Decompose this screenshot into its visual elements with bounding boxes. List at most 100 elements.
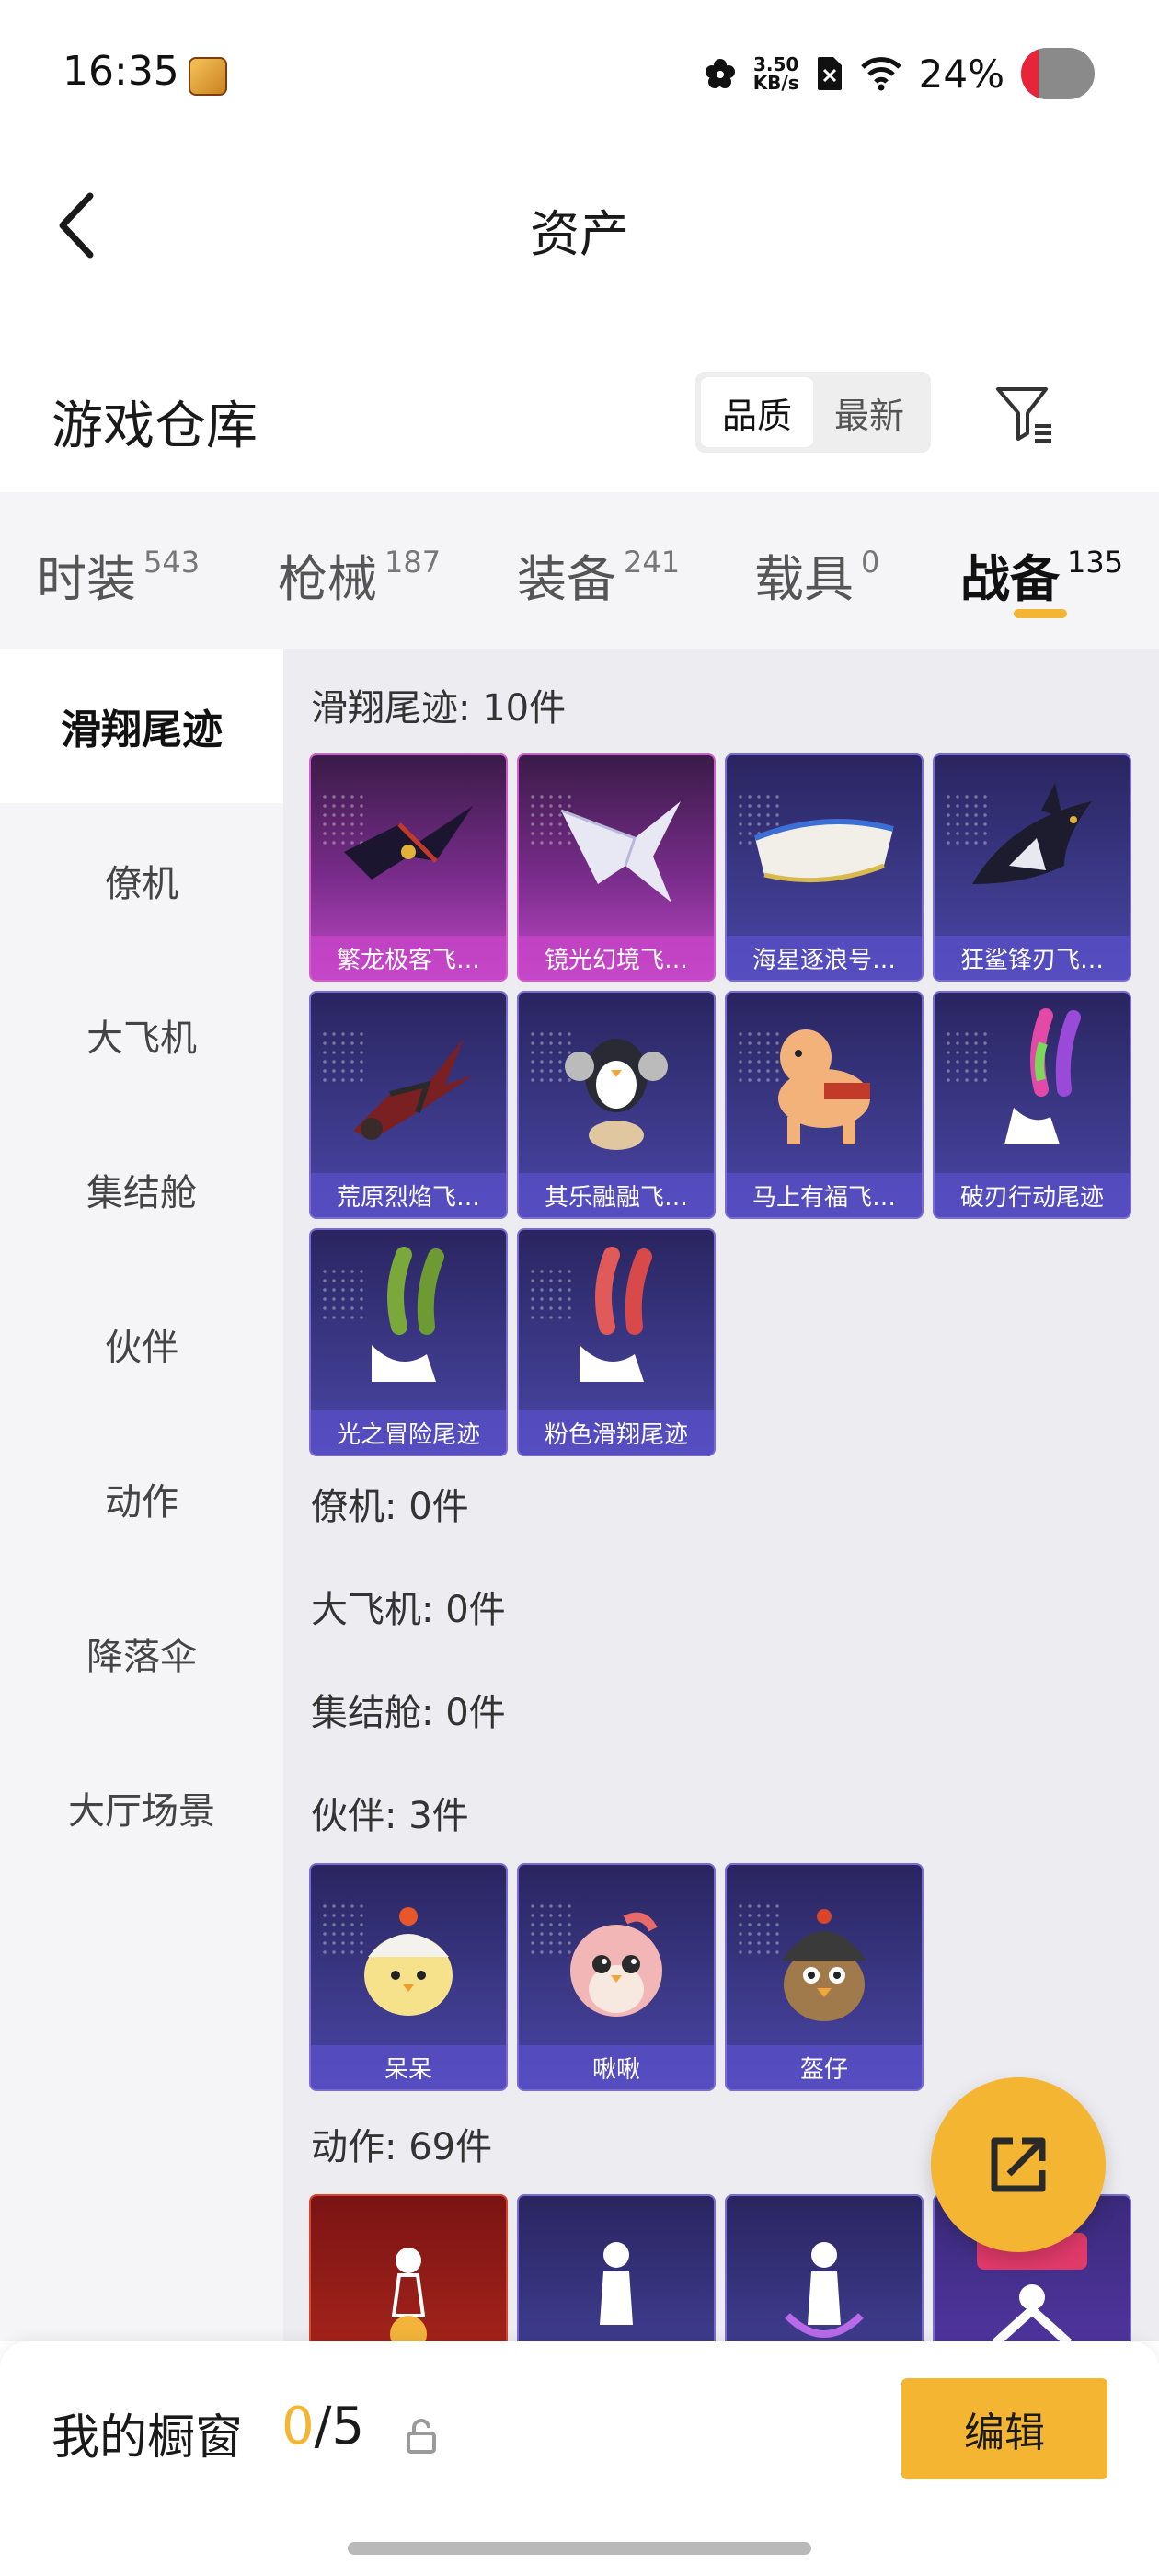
- home-indicator[interactable]: [348, 2542, 811, 2555]
- item-name: 繁龙极客飞…: [311, 936, 506, 980]
- item-card[interactable]: 海星逐浪号…: [725, 753, 924, 982]
- status-time: 16:35: [63, 48, 179, 95]
- active-tab-indicator: [1014, 609, 1067, 618]
- lock-icon: [407, 2419, 436, 2454]
- flower-icon: [705, 59, 735, 88]
- sort-latest-button[interactable]: 最新: [813, 377, 925, 447]
- item-card[interactable]: 破刃行动尾迹: [933, 991, 1131, 1219]
- network-speed: 3.50 KB/s: [753, 55, 799, 92]
- share-icon: [991, 2137, 1046, 2192]
- item-name: 马上有福飞…: [727, 1173, 922, 1217]
- item-card[interactable]: 繁龙极客飞…: [309, 753, 508, 982]
- tab-fashion[interactable]: 时装 543: [37, 538, 200, 611]
- sim-off-icon: [817, 57, 842, 90]
- showcase-count: 0/5: [281, 2397, 364, 2456]
- crystal-wing-glider-icon: [519, 755, 714, 939]
- sidebar-item-partner[interactable]: 伙伴: [0, 1267, 283, 1421]
- network-speed-value: 3.50: [752, 53, 799, 75]
- network-speed-unit: KB/s: [752, 72, 799, 94]
- tab-label: 枪械: [278, 550, 377, 608]
- item-name: 呆呆: [311, 2045, 506, 2089]
- tab-label: 战备: [960, 550, 1060, 608]
- item-card[interactable]: 镜光幻境飞…: [517, 753, 716, 982]
- pink-trail-icon: [519, 1230, 714, 1414]
- sort-quality-button[interactable]: 品质: [701, 377, 813, 447]
- item-card[interactable]: [517, 2194, 716, 2341]
- dragon-glider-icon: [311, 755, 506, 939]
- item-name: 粉色滑翔尾迹: [519, 1410, 714, 1455]
- horse-glider-icon: [727, 993, 922, 1177]
- emote-dance-icon: [311, 2196, 506, 2341]
- item-name: 狂鲨锋刃飞…: [935, 936, 1130, 980]
- tab-label: 时装: [37, 550, 136, 608]
- showcase-count-total: /5: [314, 2397, 365, 2456]
- rainbow-trail-icon: [935, 993, 1130, 1177]
- edit-button[interactable]: 编辑: [901, 2378, 1107, 2479]
- starfish-boat-icon: [727, 755, 922, 939]
- green-trail-icon: [311, 1230, 506, 1414]
- emote-pose-icon: [519, 2196, 714, 2341]
- item-card[interactable]: 粉色滑翔尾迹: [517, 1228, 716, 1456]
- item-name: 啾啾: [519, 2045, 714, 2089]
- item-card[interactable]: 马上有福飞…: [725, 991, 924, 1219]
- sidebar-item-parachute[interactable]: 降落伞: [0, 1576, 283, 1731]
- battery-icon: [1021, 48, 1095, 99]
- section-title-emote: 动作: 69件: [311, 2126, 493, 2168]
- tab-label: 装备: [517, 550, 616, 608]
- section-title-wingman: 僚机: 0件: [311, 1486, 469, 1528]
- page-title: 资产: [530, 205, 629, 263]
- item-name: 荒原烈焰飞…: [311, 1173, 506, 1217]
- item-card[interactable]: 盔仔: [725, 1863, 924, 2091]
- sidebar-item-wingman[interactable]: 僚机: [0, 803, 283, 958]
- bird-partner-icon: [519, 1865, 714, 2049]
- category-tabs: 时装 543 枪械 187 装备 241 载具 0 战备 135: [0, 492, 1159, 649]
- sidebar-item-glide-trail[interactable]: 滑翔尾迹: [0, 649, 283, 803]
- filter-icon: [996, 387, 1051, 443]
- tab-count: 241: [624, 545, 681, 580]
- item-name: 盔仔: [727, 2045, 922, 2089]
- tab-guns[interactable]: 枪械 187: [278, 538, 441, 611]
- item-card[interactable]: [725, 2194, 924, 2341]
- item-card[interactable]: 啾啾: [517, 1863, 716, 2091]
- showcase-label: 我的橱窗: [52, 2410, 244, 2466]
- flame-glider-icon: [311, 993, 506, 1177]
- page-header: 资产: [0, 147, 1159, 304]
- status-bar: 16:35 3.50 KB/s 24%: [0, 0, 1159, 147]
- tab-battle-gear[interactable]: 战备 135: [960, 538, 1123, 611]
- section-title-glide: 滑翔尾迹: 10件: [311, 687, 567, 730]
- tab-count: 543: [143, 545, 201, 580]
- tab-label: 载具: [754, 550, 854, 608]
- warehouse-title: 游戏仓库: [52, 397, 258, 456]
- emote-magic-icon: [727, 2196, 922, 2341]
- sidebar: 滑翔尾迹 僚机 大飞机 集结舱 伙伴 动作 降落伞 大厅场景: [0, 649, 283, 2341]
- item-card[interactable]: 呆呆: [309, 1863, 508, 2091]
- sidebar-item-capsule[interactable]: 集结舱: [0, 1112, 283, 1267]
- section-title-partner: 伙伴: 3件: [311, 1795, 469, 1837]
- item-name: 光之冒险尾迹: [311, 1410, 506, 1455]
- showcase-bar: 我的橱窗 0/5 编辑: [0, 2341, 1159, 2576]
- tab-equipment[interactable]: 装备 241: [517, 538, 680, 611]
- section-title-capsule: 集结舱: 0件: [311, 1692, 506, 1734]
- item-card[interactable]: 其乐融融飞…: [517, 991, 716, 1219]
- helmet-partner-icon: [727, 1865, 922, 2049]
- sidebar-item-emote[interactable]: 动作: [0, 1421, 283, 1576]
- wifi-icon: [860, 57, 901, 91]
- tab-vehicles[interactable]: 载具 0: [754, 538, 879, 611]
- tab-count: 0: [861, 545, 880, 580]
- filter-button[interactable]: [988, 377, 1061, 451]
- item-card[interactable]: 荒原烈焰飞…: [309, 991, 508, 1219]
- tab-count: 187: [384, 545, 442, 580]
- item-name: 海星逐浪号…: [727, 936, 922, 980]
- item-card[interactable]: 狂鲨锋刃飞…: [933, 753, 1131, 982]
- status-right-group: 3.50 KB/s 24%: [704, 46, 1095, 101]
- sort-toggle: 品质 最新: [695, 372, 931, 453]
- item-card[interactable]: [309, 2194, 508, 2341]
- share-button[interactable]: [931, 2077, 1106, 2252]
- tab-count: 135: [1067, 545, 1124, 580]
- item-name: 镜光幻境飞…: [519, 936, 714, 980]
- sidebar-item-lobby-scene[interactable]: 大厅场景: [0, 1731, 283, 1885]
- item-card[interactable]: 光之冒险尾迹: [309, 1228, 508, 1456]
- shark-glider-icon: [935, 755, 1130, 939]
- item-name: 其乐融融飞…: [519, 1173, 714, 1217]
- sidebar-item-plane[interactable]: 大飞机: [0, 958, 283, 1112]
